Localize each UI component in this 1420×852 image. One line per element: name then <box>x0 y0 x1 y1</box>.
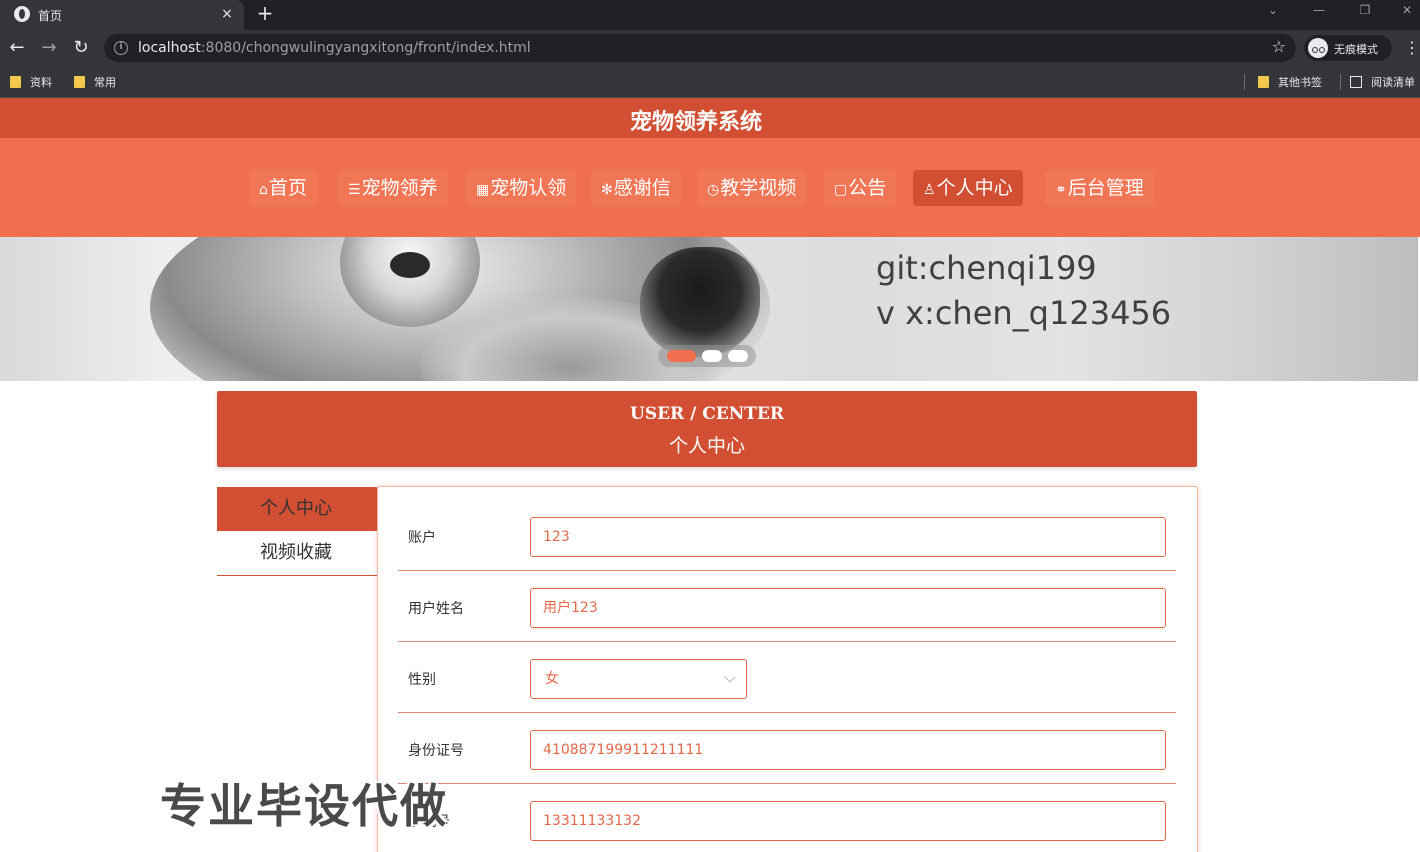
watermark-text: 专业毕设代做 <box>160 779 448 833</box>
close-tab-icon[interactable]: × <box>220 5 234 23</box>
nav-label: 首页 <box>268 177 307 199</box>
nav-thank-you-letters[interactable]: ✻感谢信 <box>591 170 681 206</box>
nav-label: 感谢信 <box>613 177 671 199</box>
site-info-icon[interactable]: i <box>114 41 128 55</box>
user-center-title-cn: 个人中心 <box>668 435 745 457</box>
bookmark-label: 资料 <box>30 76 52 89</box>
nav-pet-adoption[interactable]: ☰宠物领养 <box>338 170 448 206</box>
menu-divider <box>217 575 377 576</box>
carousel-dot[interactable] <box>728 350 748 362</box>
clock-icon: ◷ <box>707 182 720 198</box>
banner-text-line1: git:chenqi199 <box>876 249 1097 287</box>
link-icon: ⚭ <box>1055 182 1067 198</box>
carousel-dot[interactable] <box>667 350 696 362</box>
new-tab-button[interactable]: + <box>256 1 274 25</box>
gender-label: 性别 <box>408 672 436 688</box>
nav-announcements[interactable]: ▢公告 <box>824 170 897 206</box>
other-bookmarks[interactable]: 其他书签 <box>1258 74 1322 90</box>
cat-mouth <box>390 252 430 278</box>
bookmark-star-icon[interactable]: ☆ <box>1272 37 1286 56</box>
minimize-icon[interactable]: — <box>1310 3 1328 17</box>
other-bookmarks-label: 其他书签 <box>1278 76 1322 89</box>
incognito-indicator[interactable]: 无痕模式 <box>1304 35 1392 61</box>
id-number-input[interactable]: 410887199911211111 <box>530 730 1166 770</box>
account-input[interactable]: 123 <box>530 517 1166 557</box>
browser-tab-strip: 首页 × + ⌄ — ❐ ✕ <box>0 0 1420 30</box>
nav-label: 宠物领养 <box>361 177 438 199</box>
reading-list-icon <box>1350 76 1362 88</box>
form-row-id-number: 身份证号 410887199911211111 <box>398 713 1176 784</box>
menu-item-video-favorites[interactable]: 视频收藏 <box>217 531 377 575</box>
nav-label: 个人中心 <box>936 177 1013 199</box>
url-host: localhost <box>138 40 201 56</box>
carousel-dot[interactable] <box>702 350 722 362</box>
restore-icon[interactable]: ❐ <box>1356 3 1374 17</box>
browser-menu-icon[interactable]: ⋮ <box>1404 37 1420 59</box>
bookmarks-bar: 资料 常用 其他书签 阅读清单 <box>0 66 1420 98</box>
id-number-label: 身份证号 <box>408 743 464 759</box>
nav-home[interactable]: ⌂首页 <box>249 170 317 206</box>
browser-toolbar: ← → ↻ i localhost:8080/chongwulingyangxi… <box>0 30 1420 66</box>
folder-icon <box>74 76 85 88</box>
url-text[interactable]: localhost:8080/chongwulingyangxitong/fro… <box>138 40 531 56</box>
name-label: 用户姓名 <box>408 601 464 617</box>
reading-list[interactable]: 阅读清单 <box>1350 74 1415 90</box>
carousel-indicators <box>658 345 756 367</box>
main-nav: ⌂首页 ☰宠物领养 ▦宠物认领 ✻感谢信 ◷教学视频 ▢公告 ♙个人中心 ⚭后台… <box>0 138 1420 237</box>
nav-admin[interactable]: ⚭后台管理 <box>1045 170 1154 206</box>
site-title: 宠物领养系统 <box>629 110 762 135</box>
form-row-account: 账户 123 <box>398 500 1176 571</box>
menu-item-user-center[interactable]: 个人中心 <box>217 487 377 531</box>
nav-pet-claim[interactable]: ▦宠物认领 <box>466 170 577 206</box>
user-icon: ♙ <box>923 182 936 198</box>
banner-carousel: git:chenqi199 v x:chen_q123456 <box>0 237 1418 381</box>
nav-label: 公告 <box>848 177 887 199</box>
nav-user-center[interactable]: ♙个人中心 <box>913 170 1023 206</box>
gender-value: 女 <box>545 671 559 687</box>
phone-input[interactable]: 13311133132 <box>530 801 1166 841</box>
layers-icon: ☰ <box>348 182 361 198</box>
nav-label: 后台管理 <box>1067 177 1144 199</box>
bookmark-folder-ziliao[interactable]: 资料 <box>10 74 52 90</box>
nav-label: 教学视频 <box>720 177 797 199</box>
close-window-icon[interactable]: ✕ <box>1398 3 1416 17</box>
name-input[interactable]: 用户123 <box>530 588 1166 628</box>
form-row-gender: 性别 女 <box>398 642 1176 713</box>
folder-icon <box>1258 76 1269 88</box>
reload-icon[interactable]: ↻ <box>70 37 92 59</box>
incognito-icon <box>1308 38 1328 58</box>
url-path: :8080/chongwulingyangxitong/front/index.… <box>200 40 531 56</box>
reading-list-label: 阅读清单 <box>1371 76 1415 89</box>
cat-paw <box>640 247 760 357</box>
banner-text-line2: v x:chen_q123456 <box>876 294 1172 332</box>
form-row-phone: 手机号 13311133132 <box>398 784 1176 852</box>
browser-tab[interactable]: 首页 × <box>0 0 244 30</box>
note-icon: ▢ <box>834 182 848 198</box>
address-bar[interactable]: i localhost:8080/chongwulingyangxitong/f… <box>104 34 1296 62</box>
globe-icon <box>14 6 30 22</box>
incognito-label: 无痕模式 <box>1334 43 1378 56</box>
tab-search-icon[interactable]: ⌄ <box>1264 3 1282 17</box>
chevron-down-icon <box>724 671 736 683</box>
tab-title: 首页 <box>38 9 63 23</box>
bookmark-label: 常用 <box>94 76 116 89</box>
home-icon: ⌂ <box>259 182 268 198</box>
bookmark-separator <box>1244 74 1245 90</box>
forward-icon[interactable]: → <box>38 37 60 59</box>
user-center-title-en: USER / CENTER <box>630 404 784 424</box>
nav-teaching-videos[interactable]: ◷教学视频 <box>697 170 807 206</box>
account-label: 账户 <box>408 530 436 546</box>
user-center-header: USER / CENTER 个人中心 <box>217 391 1197 467</box>
folder-icon <box>10 76 21 88</box>
snowflake-icon: ✻ <box>601 182 613 198</box>
site-header: 宠物领养系统 <box>0 98 1420 138</box>
gender-select[interactable]: 女 <box>530 659 747 699</box>
nav-label: 宠物认领 <box>490 177 567 199</box>
back-icon[interactable]: ← <box>6 37 28 59</box>
bookmark-folder-changyong[interactable]: 常用 <box>74 74 116 90</box>
profile-form: 账户 123 用户姓名 用户123 性别 女 身份证号 410887199911… <box>377 486 1198 852</box>
form-row-name: 用户姓名 用户123 <box>398 571 1176 642</box>
grid-icon: ▦ <box>476 182 490 198</box>
bookmark-separator <box>1340 74 1341 90</box>
